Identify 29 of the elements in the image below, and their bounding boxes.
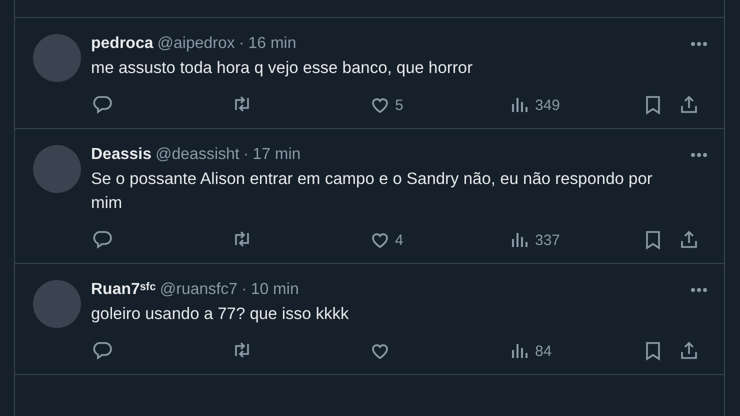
view-count: 337 [535,232,560,248]
display-name[interactable]: pedroca [91,33,154,55]
more-icon[interactable] [690,41,708,47]
share-icon[interactable] [678,94,700,116]
tweet-text: goleiro usando a 77? que isso kkkk [91,304,350,325]
reply-icon[interactable] [91,229,113,251]
like-count: 5 [395,96,404,114]
display-name[interactable]: Deassis [91,144,152,166]
username: @deassisht [156,145,240,165]
view-count: 349 [535,96,560,114]
display-name[interactable]: Ruan7ˢᶠᶜ [91,279,156,301]
timestamp[interactable]: 17 min [252,144,301,166]
share-icon[interactable] [678,340,700,362]
username: @aipedrox [157,34,235,54]
timestamp[interactable]: 16 min [248,33,296,55]
separator-dot: · [238,34,244,54]
username: @ruansfc7 [160,280,238,300]
tweet-text: Se o possante Alison entrar em campo e o Sandry não, eu não respondo por mim [91,169,654,214]
timestamp[interactable]: 10 min [250,279,299,301]
reply-icon[interactable] [91,340,113,362]
separator-dot: · [243,145,249,165]
view-count: 84 [535,342,552,360]
separator-dot: · [241,280,247,300]
like-count: 4 [395,232,404,248]
more-icon[interactable] [690,152,708,158]
tweet-text: me assusto toda hora q vejo esse banco, que horror [91,58,474,79]
share-icon[interactable] [678,229,700,251]
more-icon[interactable] [690,287,708,293]
reply-icon[interactable] [91,94,113,116]
